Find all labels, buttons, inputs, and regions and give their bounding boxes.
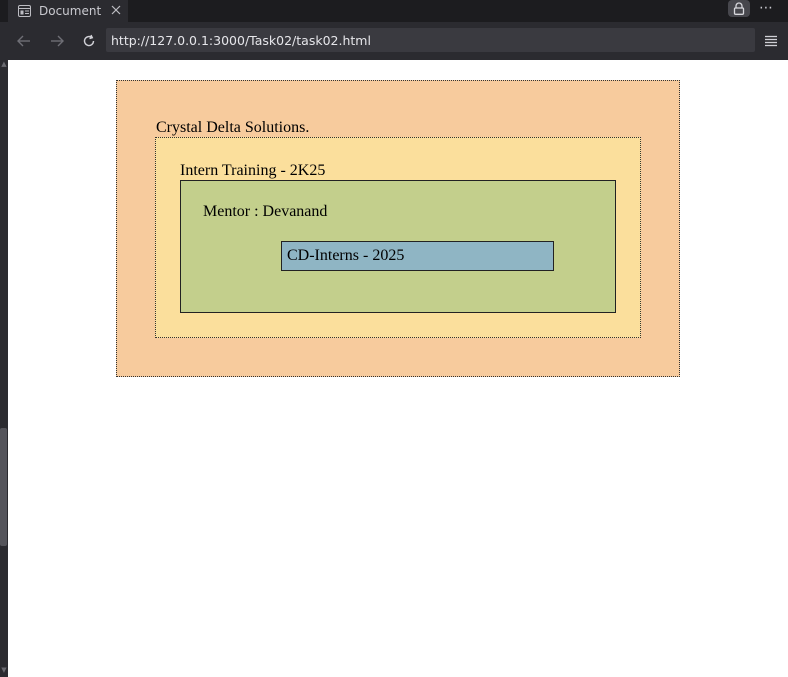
page-icon (18, 5, 31, 17)
scroll-up-icon[interactable]: ▲ (0, 60, 8, 68)
mentor-box: Mentor : Devanand CD-Interns - 2025 (180, 180, 616, 313)
tab-title: Document (39, 4, 102, 18)
left-scrollbar: ▲ ▼ (0, 60, 8, 677)
scrollbar-thumb[interactable] (0, 428, 7, 546)
page-content: Crystal Delta Solutions. Intern Training… (8, 60, 788, 677)
browser-window: Document ⋯ http://127.0.0.1:3000/Task02/… (0, 0, 788, 677)
tab-document[interactable]: Document (8, 0, 128, 22)
lock-icon[interactable] (728, 0, 750, 17)
company-box: Crystal Delta Solutions. Intern Training… (116, 80, 680, 377)
interns-badge: CD-Interns - 2025 (281, 241, 554, 271)
tab-strip: Document ⋯ (0, 0, 788, 22)
navigation-bar (0, 22, 788, 60)
reload-icon[interactable] (79, 31, 99, 51)
training-box: Intern Training - 2K25 Mentor : Devanand… (155, 137, 641, 338)
url-bar[interactable] (106, 28, 755, 52)
close-icon[interactable] (110, 4, 122, 16)
mentor-label: Mentor : Devanand (203, 203, 328, 220)
training-title: Intern Training - 2K25 (180, 162, 326, 179)
more-dots-icon[interactable]: ⋯ (756, 0, 776, 16)
hamburger-menu-icon[interactable] (762, 32, 780, 50)
back-arrow-icon[interactable] (14, 31, 34, 51)
company-name: Crystal Delta Solutions. (156, 119, 310, 136)
forward-arrow-icon[interactable] (47, 31, 67, 51)
scroll-down-icon[interactable]: ▼ (0, 666, 8, 674)
url-input[interactable] (111, 32, 755, 48)
